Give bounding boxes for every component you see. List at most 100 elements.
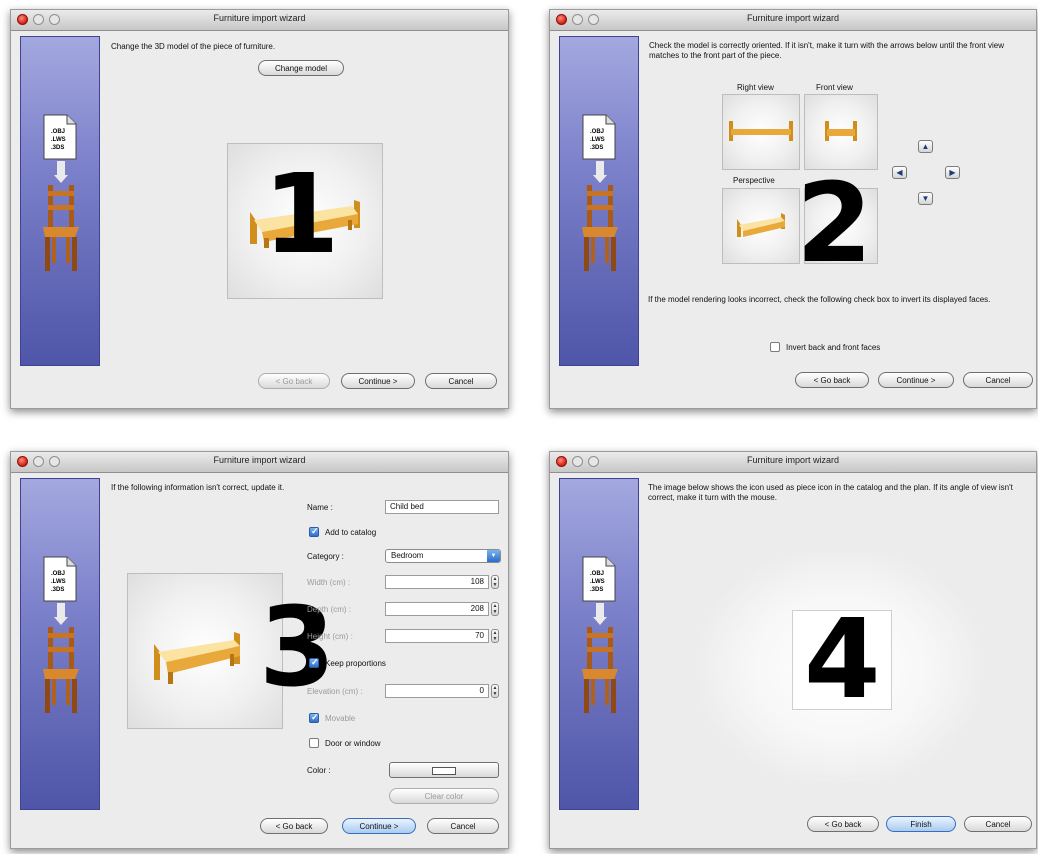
door-or-window-label[interactable]: Door or window	[325, 739, 381, 748]
step-number: 4	[804, 595, 881, 723]
go-back-button[interactable]: < Go back	[807, 816, 879, 832]
right-view-label: Right view	[737, 83, 774, 92]
height-field[interactable]: 70	[385, 629, 489, 643]
name-label: Name :	[307, 503, 333, 512]
svg-text:.3DS: .3DS	[590, 145, 603, 151]
bed-perspective-image	[737, 213, 785, 237]
width-field[interactable]: 108	[385, 575, 489, 589]
svg-text:.3DS: .3DS	[51, 587, 64, 593]
go-back-button[interactable]: < Go back	[795, 372, 869, 388]
keep-proportions-label[interactable]: Keep proportions	[325, 659, 386, 668]
bed-right-view-image	[729, 121, 793, 141]
keep-proportions-checkbox[interactable]	[309, 657, 319, 668]
right-view-preview	[722, 94, 800, 170]
width-label: Width (cm) :	[307, 578, 351, 587]
svg-text:.OBJ: .OBJ	[51, 129, 65, 135]
svg-text:.3DS: .3DS	[51, 145, 64, 151]
wizard-window-step4: Furniture import wizard .OBJ .LWS .3DS The…	[549, 451, 1037, 849]
add-to-catalog-checkbox[interactable]	[309, 526, 319, 537]
rotate-right-button[interactable]: ▶	[945, 166, 960, 179]
step-number: 2	[796, 159, 873, 287]
model-file-icon: .OBJ .LWS .3DS	[43, 556, 77, 602]
width-stepper[interactable]: ▲ ▼	[491, 575, 499, 589]
chair-icon	[43, 603, 79, 713]
step-instruction: Check the model is correctly oriented. I…	[649, 41, 1005, 60]
elevation-field[interactable]: 0	[385, 684, 489, 698]
movable-checkbox[interactable]	[309, 712, 319, 723]
svg-text:.LWS: .LWS	[590, 579, 605, 585]
window-title: Furniture import wizard	[213, 13, 306, 23]
color-swatch	[432, 767, 456, 775]
model-file-icon: .OBJ .LWS .3DS	[582, 114, 616, 160]
category-select[interactable]: Bedroom ▼	[385, 549, 501, 563]
category-label: Category :	[307, 552, 344, 561]
elevation-stepper[interactable]: ▲ ▼	[491, 684, 499, 698]
window-title: Furniture import wizard	[213, 455, 306, 465]
continue-button[interactable]: Continue >	[341, 373, 415, 389]
model-file-icon: .OBJ .LWS .3DS	[43, 114, 77, 160]
cancel-button[interactable]: Cancel	[963, 372, 1033, 388]
door-or-window-checkbox[interactable]	[309, 738, 319, 748]
color-label: Color :	[307, 766, 331, 775]
cancel-button[interactable]: Cancel	[964, 816, 1032, 832]
svg-text:.LWS: .LWS	[51, 137, 66, 143]
rotate-down-button[interactable]: ▼	[918, 192, 933, 205]
wizard-sidebar: .OBJ .LWS .3DS	[559, 36, 639, 366]
rendering-note: If the model rendering looks incorrect, …	[648, 295, 991, 304]
svg-text:.LWS: .LWS	[590, 137, 605, 143]
bed-front-view-image	[825, 121, 857, 141]
chair-icon	[43, 161, 79, 271]
depth-label: Depth (cm) :	[307, 605, 352, 614]
height-stepper[interactable]: ▲ ▼	[491, 629, 499, 643]
front-view-label: Front view	[816, 83, 853, 92]
change-model-button[interactable]: Change model	[258, 60, 344, 76]
chair-icon	[582, 603, 618, 713]
title-bar[interactable]: Furniture import wizard	[11, 452, 508, 473]
name-field[interactable]: Child bed	[385, 500, 499, 514]
svg-text:.OBJ: .OBJ	[590, 571, 604, 577]
cancel-button[interactable]: Cancel	[425, 373, 497, 389]
model-file-icon: .OBJ .LWS .3DS	[582, 556, 616, 602]
perspective-preview[interactable]	[722, 188, 800, 264]
step-number: 1	[263, 150, 340, 278]
step-instruction: If the following information isn't corre…	[111, 483, 285, 492]
color-button[interactable]	[389, 762, 499, 778]
bed-model-image	[154, 632, 240, 684]
title-bar[interactable]: Furniture import wizard	[11, 10, 508, 31]
category-value: Bedroom	[391, 551, 424, 560]
step-instruction: Change the 3D model of the piece of furn…	[111, 42, 276, 51]
movable-label[interactable]: Movable	[325, 714, 355, 723]
finish-button[interactable]: Finish	[886, 816, 956, 832]
cancel-button[interactable]: Cancel	[427, 818, 499, 834]
height-label: Height (cm) :	[307, 632, 353, 641]
rotate-up-button[interactable]: ▲	[918, 140, 933, 153]
invert-faces-label[interactable]: Invert back and front faces	[786, 343, 880, 352]
title-bar[interactable]: Furniture import wizard	[550, 10, 1036, 31]
add-to-catalog-label[interactable]: Add to catalog	[325, 528, 376, 537]
perspective-label: Perspective	[733, 176, 775, 185]
rotate-left-button[interactable]: ◀	[892, 166, 907, 179]
wizard-window-step1: Furniture import wizard .OBJ .LWS .3DS Cha…	[10, 9, 509, 409]
wizard-window-step3: Furniture import wizard .OBJ .LWS .3DS If …	[10, 451, 509, 849]
continue-button[interactable]: Continue >	[342, 818, 416, 834]
elevation-label: Elevation (cm) :	[307, 687, 363, 696]
title-bar[interactable]: Furniture import wizard	[550, 452, 1036, 473]
svg-text:.OBJ: .OBJ	[51, 571, 65, 577]
wizard-sidebar: .OBJ .LWS .3DS	[559, 478, 639, 810]
continue-button[interactable]: Continue >	[878, 372, 954, 388]
wizard-sidebar: .OBJ .LWS .3DS	[20, 36, 100, 366]
go-back-button[interactable]: < Go back	[260, 818, 328, 834]
svg-text:.3DS: .3DS	[590, 587, 603, 593]
clear-color-button[interactable]: Clear color	[389, 788, 499, 804]
window-title: Furniture import wizard	[746, 13, 840, 23]
wizard-window-step2: Furniture import wizard .OBJ .LWS .3DS Che…	[549, 9, 1037, 409]
svg-text:.LWS: .LWS	[51, 579, 66, 585]
depth-stepper[interactable]: ▲ ▼	[491, 602, 499, 616]
depth-field[interactable]: 208	[385, 602, 489, 616]
invert-faces-checkbox[interactable]	[770, 342, 780, 352]
go-back-button[interactable]: < Go back	[258, 373, 330, 389]
chevron-down-icon: ▼	[487, 550, 500, 562]
svg-text:.OBJ: .OBJ	[590, 129, 604, 135]
step-instruction: The image below shows the icon used as p…	[648, 483, 1013, 502]
wizard-sidebar: .OBJ .LWS .3DS	[20, 478, 100, 810]
